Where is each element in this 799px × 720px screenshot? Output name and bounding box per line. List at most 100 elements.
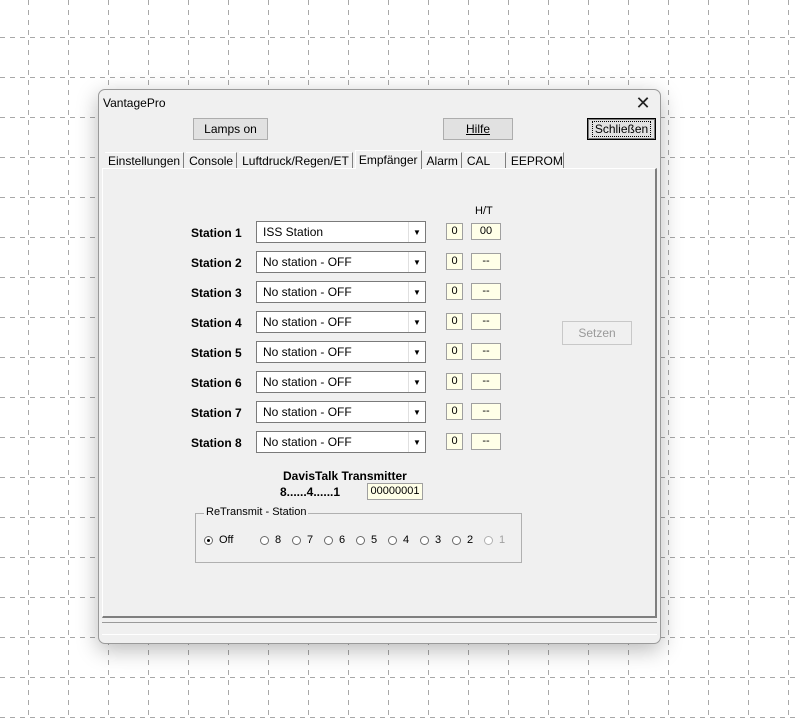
station-ht-field: --: [471, 253, 501, 270]
tab-luftdruck[interactable]: Luftdruck/Regen/ET: [239, 152, 353, 168]
station-select[interactable]: ISS Station ▼: [256, 221, 426, 243]
davistalk-bits-field[interactable]: 00000001: [367, 483, 423, 500]
tab-einstellungen[interactable]: Einstellungen: [105, 152, 185, 168]
station-ht-field: --: [471, 433, 501, 450]
station-id-field[interactable]: 0: [446, 223, 463, 240]
station-select[interactable]: No station - OFF ▼: [256, 281, 426, 303]
station-ht-field: --: [471, 343, 501, 360]
retransmit-radio-label: 6: [339, 534, 346, 546]
bit-order-label: 8......4......1: [280, 485, 341, 499]
close-button-label: Schließen: [591, 121, 652, 137]
station-select[interactable]: No station - OFF ▼: [256, 341, 426, 363]
close-button[interactable]: Schließen: [587, 118, 656, 140]
station-select-value: No station - OFF: [263, 375, 352, 389]
lamps-on-button[interactable]: Lamps on: [193, 118, 268, 140]
station-label: Station 8: [191, 436, 242, 450]
retransmit-radio[interactable]: 1: [484, 534, 505, 546]
vantagepro-window: VantagePro ✕ Lamps on Hilfe Schließen Ei…: [98, 89, 661, 644]
retransmit-radio-label: 3: [435, 534, 442, 546]
station-label: Station 2: [191, 256, 242, 270]
station-select[interactable]: No station - OFF ▼: [256, 371, 426, 393]
retransmit-radio[interactable]: 2: [452, 534, 473, 546]
station-select[interactable]: No station - OFF ▼: [256, 311, 426, 333]
retransmit-radio-label: 5: [371, 534, 378, 546]
station-select[interactable]: No station - OFF ▼: [256, 401, 426, 423]
station-select-value: ISS Station: [263, 225, 324, 239]
chevron-down-icon[interactable]: ▼: [408, 312, 425, 332]
retransmit-title: ReTransmit - Station: [204, 506, 309, 518]
retransmit-radio[interactable]: 7: [292, 534, 313, 546]
station-id-field[interactable]: 0: [446, 313, 463, 330]
help-button[interactable]: Hilfe: [443, 118, 513, 140]
station-label: Station 7: [191, 406, 242, 420]
receiver-panel: H/T Station 1 ISS Station ▼ 0 00 Station…: [102, 168, 657, 618]
tab-strip: Einstellungen Console Luftdruck/Regen/ET…: [105, 150, 566, 169]
station-id-field[interactable]: 0: [446, 283, 463, 300]
station-id-field[interactable]: 0: [446, 403, 463, 420]
radio-circle-icon: [452, 535, 461, 545]
radio-circle-icon: [260, 535, 269, 545]
station-select-value: No station - OFF: [263, 435, 352, 449]
tab-console[interactable]: Console: [186, 152, 238, 168]
retransmit-radio-label: 8: [275, 534, 282, 546]
chevron-down-icon[interactable]: ▼: [408, 372, 425, 392]
retransmit-radio-label: 1: [499, 534, 506, 546]
radio-circle-icon: [292, 535, 301, 545]
station-id-field[interactable]: 0: [446, 343, 463, 360]
chevron-down-icon[interactable]: ▼: [408, 282, 425, 302]
station-ht-field: --: [471, 283, 501, 300]
set-button[interactable]: Setzen: [562, 321, 632, 345]
radio-circle-icon: [356, 535, 365, 545]
retransmit-radio-label: 4: [403, 534, 410, 546]
close-icon[interactable]: ✕: [632, 92, 654, 114]
retransmit-radio[interactable]: 4: [388, 534, 409, 546]
radio-circle-icon: [388, 535, 397, 545]
station-ht-field: --: [471, 403, 501, 420]
chevron-down-icon[interactable]: ▼: [408, 432, 425, 452]
retransmit-radio[interactable]: 5: [356, 534, 377, 546]
retransmit-radio-label: 7: [307, 534, 314, 546]
radio-circle-icon: [204, 535, 213, 545]
davistalk-title: DavisTalk Transmitter: [283, 469, 407, 483]
tab-empfaenger[interactable]: Empfänger: [354, 150, 422, 169]
station-id-field[interactable]: 0: [446, 253, 463, 270]
chevron-down-icon[interactable]: ▼: [408, 342, 425, 362]
station-select-value: No station - OFF: [263, 285, 352, 299]
station-select[interactable]: No station - OFF ▼: [256, 251, 426, 273]
tab-alarm[interactable]: Alarm: [423, 152, 462, 168]
station-ht-field: 00: [471, 223, 501, 240]
station-select-value: No station - OFF: [263, 255, 352, 269]
tab-eeprom[interactable]: EEPROM: [507, 152, 564, 168]
radio-circle-icon: [484, 535, 493, 545]
station-select-value: No station - OFF: [263, 405, 352, 419]
station-id-field[interactable]: 0: [446, 433, 463, 450]
station-select-value: No station - OFF: [263, 345, 352, 359]
radio-circle-icon: [324, 535, 333, 545]
retransmit-radio-label: Off: [219, 534, 234, 546]
radio-circle-icon: [420, 535, 429, 545]
chevron-down-icon[interactable]: ▼: [408, 222, 425, 242]
retransmit-radio[interactable]: 8: [260, 534, 281, 546]
retransmit-radio[interactable]: Off: [204, 534, 233, 546]
chevron-down-icon[interactable]: ▼: [408, 252, 425, 272]
retransmit-radio-label: 2: [467, 534, 474, 546]
station-label: Station 6: [191, 376, 242, 390]
station-ht-field: --: [471, 313, 501, 330]
station-label: Station 3: [191, 286, 242, 300]
status-bar: [102, 622, 657, 635]
window-title: VantagePro: [103, 96, 166, 110]
retransmit-group: ReTransmit - Station Off 8 7 6 5 4 3 2 1: [195, 506, 522, 563]
station-label: Station 5: [191, 346, 242, 360]
tab-cal[interactable]: CAL: [463, 152, 506, 168]
station-select-value: No station - OFF: [263, 315, 352, 329]
retransmit-radio[interactable]: 6: [324, 534, 345, 546]
station-id-field[interactable]: 0: [446, 373, 463, 390]
title-bar: VantagePro ✕: [99, 90, 660, 116]
chevron-down-icon[interactable]: ▼: [408, 402, 425, 422]
retransmit-radio[interactable]: 3: [420, 534, 441, 546]
ht-header: H/T: [475, 205, 493, 217]
station-label: Station 1: [191, 226, 242, 240]
station-select[interactable]: No station - OFF ▼: [256, 431, 426, 453]
station-ht-field: --: [471, 373, 501, 390]
station-label: Station 4: [191, 316, 242, 330]
